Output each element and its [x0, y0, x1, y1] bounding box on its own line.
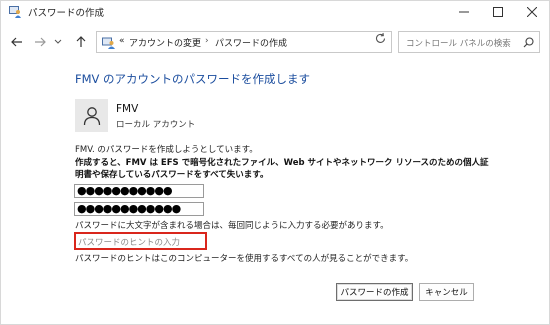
- cancel-button[interactable]: キャンセル: [419, 283, 474, 301]
- control-panel-users-icon: [9, 6, 21, 18]
- user-icon: [83, 106, 100, 125]
- account-type: ローカル アカウント: [116, 120, 196, 130]
- search-placeholder: コントロール パネルの検索: [406, 39, 511, 49]
- info-text: FMV. のパスワードを作成しようとしています。: [75, 145, 258, 155]
- up-arrow-icon[interactable]: [72, 33, 90, 51]
- back-arrow-icon[interactable]: [8, 33, 26, 51]
- avatar: [75, 99, 108, 132]
- close-icon[interactable]: [515, 1, 549, 23]
- hint-visibility-note: パスワードのヒントはこのコンピューターを使用するすべての人が見ることができます。: [75, 254, 414, 264]
- new-password-input[interactable]: ●●●●●●●●●●●: [74, 184, 204, 198]
- main-content: FMV のアカウントのパスワードを作成します FMV ローカル アカウント FM…: [1, 57, 549, 325]
- search-icon[interactable]: [523, 37, 534, 48]
- breadcrumb-separator: ›: [205, 36, 209, 46]
- page-heading: FMV のアカウントのパスワードを作成します: [75, 72, 311, 86]
- confirm-password-value: ●●●●●●●●●●●●: [77, 202, 181, 215]
- refresh-icon[interactable]: [374, 32, 387, 45]
- address-overflow[interactable]: «: [119, 36, 125, 46]
- minimize-icon[interactable]: [447, 1, 481, 23]
- password-hint-input[interactable]: パスワードのヒントの入力: [74, 232, 207, 250]
- warning-text: 作成すると、FMV は EFS で暗号化されたファイル、Web サイトやネットワ…: [75, 158, 489, 180]
- hint-placeholder: パスワードのヒントの入力: [78, 238, 181, 248]
- breadcrumb-change-account[interactable]: アカウントの変更: [129, 36, 201, 49]
- new-password-value: ●●●●●●●●●●●: [77, 184, 173, 197]
- address-bar[interactable]: « アカウントの変更 › パスワードの作成: [96, 31, 458, 53]
- create-password-button[interactable]: パスワードの作成: [336, 283, 413, 301]
- confirm-password-input[interactable]: ●●●●●●●●●●●●: [74, 202, 204, 216]
- address-row: « アカウントの変更 › パスワードの作成 コントロール パネルの検索: [1, 28, 549, 56]
- create-password-window: パスワードの作成 « アカウントの変更 › パスワードの作成 コントロール パネ…: [0, 0, 550, 325]
- user-name: FMV: [116, 103, 139, 115]
- title-bar: パスワードの作成: [1, 1, 549, 23]
- control-panel-icon: [102, 37, 115, 49]
- recent-locations-chevron-icon[interactable]: [49, 33, 67, 51]
- maximize-icon[interactable]: [481, 1, 515, 23]
- breadcrumb-create-password[interactable]: パスワードの作成: [215, 36, 287, 49]
- control-panel-search-input[interactable]: コントロール パネルの検索: [398, 31, 540, 53]
- window-title: パスワードの作成: [28, 8, 105, 19]
- case-sensitivity-note: パスワードに大文字が含まれる場合は、毎回同じように入力する必要があります。: [75, 221, 389, 231]
- forward-arrow-icon[interactable]: [31, 33, 49, 51]
